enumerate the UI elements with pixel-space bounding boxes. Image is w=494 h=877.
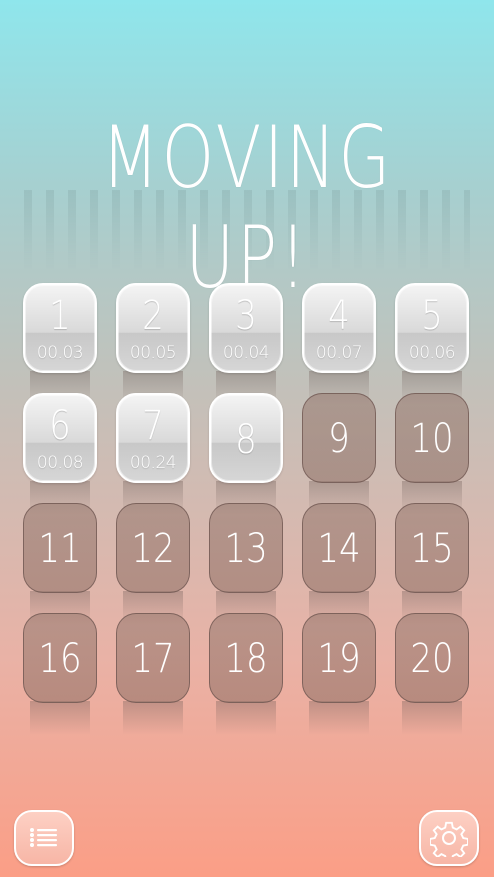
level-tile-8[interactable]: 8 — [209, 393, 283, 483]
level-number: 2 — [142, 293, 164, 339]
gear-icon — [430, 821, 468, 857]
level-number: 5 — [421, 293, 443, 339]
level-best-time: 00.03 — [36, 343, 84, 363]
list-icon — [30, 828, 57, 847]
level-tile-shadow — [216, 701, 276, 735]
level-tile-20: 20 — [395, 613, 469, 703]
level-number: 19 — [317, 636, 361, 682]
level-best-time: 00.08 — [36, 453, 84, 473]
level-number: 15 — [410, 526, 454, 572]
level-number: 3 — [235, 293, 257, 339]
level-tile-14: 14 — [302, 503, 376, 593]
game-title: MOVING UP! — [101, 108, 393, 308]
level-tile-18: 18 — [209, 613, 283, 703]
level-best-time: 00.06 — [408, 343, 456, 363]
level-tile-17: 17 — [116, 613, 190, 703]
level-tile-11: 11 — [23, 503, 97, 593]
level-tile-7[interactable]: 7 00.24 — [116, 393, 190, 483]
level-number: 6 — [49, 403, 71, 449]
level-tile-4[interactable]: 4 00.07 — [302, 283, 376, 373]
level-list-button[interactable] — [14, 810, 74, 866]
level-tile-19: 19 — [302, 613, 376, 703]
level-tile-shadow — [123, 701, 183, 735]
level-number: 12 — [131, 526, 175, 572]
level-number: 18 — [224, 636, 268, 682]
level-tile-6[interactable]: 6 00.08 — [23, 393, 97, 483]
level-tile-5[interactable]: 5 00.06 — [395, 283, 469, 373]
level-number: 7 — [142, 403, 164, 449]
level-number: 20 — [410, 636, 454, 682]
level-number: 11 — [38, 526, 82, 572]
level-tile-9: 9 — [302, 393, 376, 483]
level-number: 1 — [49, 293, 71, 339]
level-tile-13: 13 — [209, 503, 283, 593]
level-number: 14 — [317, 526, 361, 572]
settings-button[interactable] — [419, 810, 479, 866]
level-tile-shadow — [30, 701, 90, 735]
level-best-time: 00.07 — [315, 343, 363, 363]
level-tile-16: 16 — [23, 613, 97, 703]
level-tile-15: 15 — [395, 503, 469, 593]
level-best-time: 00.05 — [129, 343, 177, 363]
level-number: 8 — [235, 417, 257, 463]
level-number: 4 — [328, 293, 350, 339]
level-number: 17 — [131, 636, 175, 682]
level-tile-12: 12 — [116, 503, 190, 593]
level-tile-3[interactable]: 3 00.04 — [209, 283, 283, 373]
level-best-time: 00.24 — [129, 453, 177, 473]
level-tile-shadow — [402, 701, 462, 735]
level-number: 10 — [410, 416, 454, 462]
level-number: 16 — [38, 636, 82, 682]
level-number: 9 — [328, 416, 350, 462]
level-number: 13 — [224, 526, 268, 572]
level-best-time: 00.04 — [222, 343, 270, 363]
level-tile-2[interactable]: 2 00.05 — [116, 283, 190, 373]
level-tile-10: 10 — [395, 393, 469, 483]
level-tile-shadow — [309, 701, 369, 735]
level-tile-1[interactable]: 1 00.03 — [23, 283, 97, 373]
level-grid: 1 00.03 2 00.05 3 00.04 4 00.07 5 00.06 6 00.08 7 00.… — [23, 283, 471, 735]
